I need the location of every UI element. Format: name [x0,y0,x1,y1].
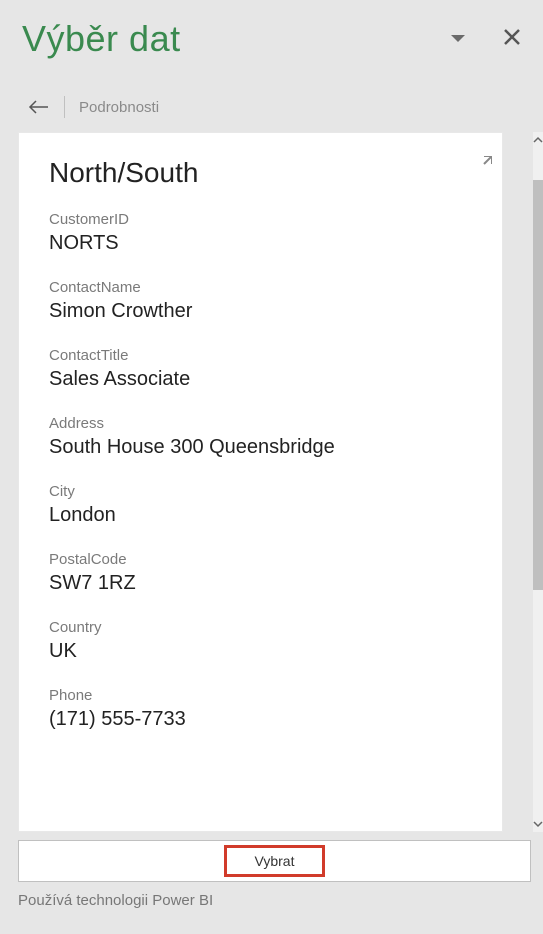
scrollbar[interactable] [533,132,543,832]
field-value: London [49,504,472,527]
field-address: Address South House 300 Queensbridge [49,415,472,459]
field-value: Simon Crowther [49,300,472,323]
scroll-down-icon[interactable] [533,816,543,832]
field-postalcode: PostalCode SW7 1RZ [49,551,472,595]
breadcrumb-divider [64,96,65,118]
title-actions [451,28,521,51]
field-contactname: ContactName Simon Crowther [49,279,472,323]
action-bar: Vybrat [18,840,531,882]
field-label: ContactName [49,279,472,296]
field-value: SW7 1RZ [49,572,472,595]
field-value: (171) 555-7733 [49,708,472,731]
field-customerid: CustomerID NORTS [49,211,472,255]
field-label: Phone [49,687,472,704]
breadcrumb-label: Podrobnosti [79,99,159,116]
field-value: South House 300 Queensbridge [49,436,472,459]
scroll-thumb[interactable] [533,180,543,590]
field-value: UK [49,640,472,663]
expand-icon[interactable] [480,155,492,173]
breadcrumb: Podrobnosti [0,70,543,130]
detail-card: North/South CustomerID NORTS ContactName… [18,132,503,832]
field-contacttitle: ContactTitle Sales Associate [49,347,472,391]
field-value: Sales Associate [49,368,472,391]
field-city: City London [49,483,472,527]
select-button[interactable]: Vybrat [224,845,326,877]
titlebar: Výběr dat [0,0,543,70]
field-phone: Phone (171) 555-7733 [49,687,472,731]
close-icon[interactable] [503,28,521,51]
field-value: NORTS [49,232,472,255]
panel-title: Výběr dat [22,18,181,60]
field-label: CustomerID [49,211,472,228]
field-label: PostalCode [49,551,472,568]
field-country: Country UK [49,619,472,663]
field-label: Address [49,415,472,432]
dropdown-icon[interactable] [451,30,465,48]
back-arrow-icon[interactable] [28,99,50,115]
field-label: City [49,483,472,500]
field-label: Country [49,619,472,636]
field-label: ContactTitle [49,347,472,364]
scroll-up-icon[interactable] [533,132,543,148]
footer-text: Používá technologii Power BI [0,882,543,909]
record-title: North/South [49,157,472,189]
content-area: North/South CustomerID NORTS ContactName… [18,132,531,832]
